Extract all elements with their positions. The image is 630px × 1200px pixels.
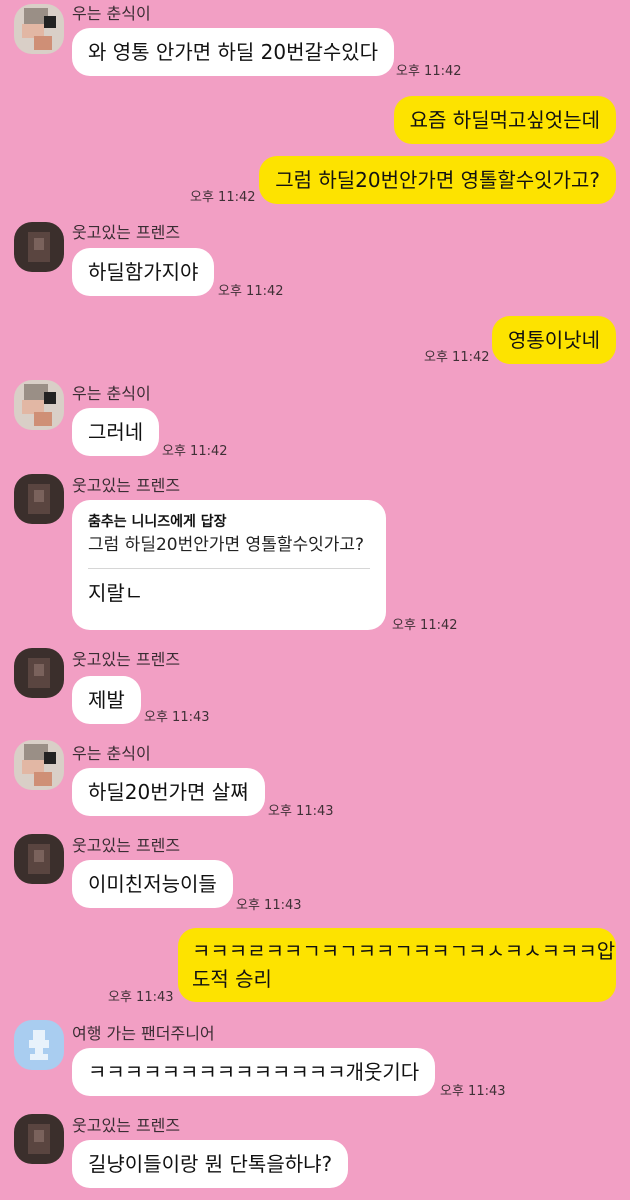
profile-avatar[interactable] <box>14 222 64 272</box>
profile-avatar[interactable] <box>14 1020 64 1070</box>
message-bubble[interactable]: 와 영통 안가면 하딜 20번갈수있다 <box>72 28 395 76</box>
message-bubble[interactable]: ㅋㅋㅋㅋㅋㅋㅋㅋㅋㅋㅋㅋㅋㅋ개웃기다 <box>72 1048 436 1096</box>
message-text: 와 영통 안가면 하딜 20번갈수있다 <box>88 40 379 64</box>
profile-avatar[interactable] <box>14 380 64 430</box>
message-time: 오후 11:43 <box>144 710 210 725</box>
profile-avatar[interactable] <box>14 474 64 524</box>
my-message-bubble[interactable]: 영통이낫네 <box>492 316 616 364</box>
message-text: 영통이낫네 <box>508 328 600 352</box>
profile-avatar[interactable] <box>14 4 64 54</box>
reply-divider <box>88 568 370 569</box>
sender-name: 우는 춘식이 <box>72 4 151 23</box>
message-text: 이미친저능이들 <box>88 872 217 896</box>
message-time: 오후 11:43 <box>236 898 302 913</box>
message-text: 길냥이들이랑 뭔 단톡을하냐? <box>88 1152 333 1176</box>
profile-avatar[interactable] <box>14 740 64 790</box>
message-time: 오후 11:43 <box>440 1084 506 1099</box>
sender-name: 웃고있는 프렌즈 <box>72 223 181 242</box>
quoted-message: 그럼 하딜20번안가면 영톨할수잇가고? <box>88 535 365 555</box>
reply-message-bubble[interactable]: 춤추는 니니즈에게 답장 그럼 하딜20번안가면 영톨할수잇가고? 지랄ㄴ <box>72 500 386 630</box>
my-message-bubble[interactable]: ㅋㅋㅋㄹㅋㅋㄱㅋㄱㅋㅋㄱㅋㅋㄱㅋㅅㅋㅅㅋㅋㅋ압 도적 승리 <box>178 928 616 1002</box>
message-bubble[interactable]: 그러네 <box>72 408 160 456</box>
message-time: 오후 11:43 <box>268 804 334 819</box>
message-time: 오후 11:42 <box>424 350 490 365</box>
message-text: 그럼 하딜20번안가면 영톨할수잇가고? <box>275 168 600 192</box>
chat-room: 우는 춘식이 와 영통 안가면 하딜 20번갈수있다 오후 11:42 요즘 하… <box>0 0 630 1200</box>
sender-name: 우는 춘식이 <box>72 384 151 403</box>
message-text: 하딜20번가면 살쪄 <box>88 780 249 804</box>
message-text: 그러네 <box>88 420 144 444</box>
message-bubble[interactable]: 하딜함가지야 <box>72 248 215 296</box>
panda-icon <box>29 1030 49 1060</box>
message-time: 오후 11:42 <box>162 444 228 459</box>
message-text: 지랄ㄴ <box>88 581 144 605</box>
message-time: 오후 11:42 <box>392 618 458 633</box>
sender-name: 웃고있는 프렌즈 <box>72 1116 181 1135</box>
reply-header: 춤추는 니니즈에게 답장 <box>88 514 227 530</box>
message-text: 하딜함가지야 <box>88 260 199 284</box>
message-text-line: 도적 승리 <box>192 967 272 991</box>
sender-name: 웃고있는 프렌즈 <box>72 650 181 669</box>
message-text: 요즘 하딜먹고싶엇는데 <box>409 108 600 132</box>
my-message-bubble[interactable]: 그럼 하딜20번안가면 영톨할수잇가고? <box>259 156 616 204</box>
profile-avatar[interactable] <box>14 648 64 698</box>
profile-avatar[interactable] <box>14 834 64 884</box>
message-text: ㅋㅋㅋㅋㅋㅋㅋㅋㅋㅋㅋㅋㅋㅋ개웃기다 <box>88 1060 420 1084</box>
message-bubble[interactable]: 길냥이들이랑 뭔 단톡을하냐? <box>72 1140 349 1188</box>
message-text: 제발 <box>88 688 125 712</box>
message-bubble[interactable]: 이미친저능이들 <box>72 860 233 908</box>
my-message-bubble[interactable]: 요즘 하딜먹고싶엇는데 <box>393 96 616 144</box>
profile-avatar[interactable] <box>14 1114 64 1164</box>
sender-name: 웃고있는 프렌즈 <box>72 836 181 855</box>
message-time: 오후 11:42 <box>190 190 256 205</box>
message-bubble[interactable]: 제발 <box>72 676 141 724</box>
sender-name: 여행 가는 팬더주니어 <box>72 1024 215 1043</box>
message-time: 오후 11:43 <box>108 990 174 1005</box>
message-bubble[interactable]: 하딜20번가면 살쪄 <box>72 768 265 816</box>
message-time: 오후 11:42 <box>396 64 462 79</box>
message-time: 오후 11:42 <box>218 284 284 299</box>
sender-name: 우는 춘식이 <box>72 744 151 763</box>
message-text-line: ㅋㅋㅋㄹㅋㅋㄱㅋㄱㅋㅋㄱㅋㅋㄱㅋㅅㅋㅅㅋㅋㅋ압 <box>192 939 616 963</box>
sender-name: 웃고있는 프렌즈 <box>72 476 181 495</box>
